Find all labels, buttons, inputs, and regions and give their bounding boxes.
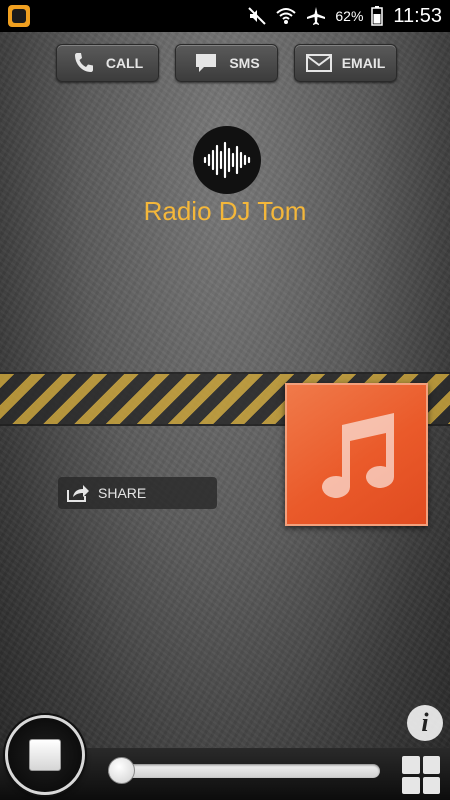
email-button[interactable]: EMAIL — [294, 44, 397, 82]
call-label: CALL — [105, 55, 144, 71]
station-logo — [193, 126, 261, 194]
wifi-icon — [276, 8, 297, 24]
app-notification-icon — [8, 5, 30, 27]
station-title: Radio DJ Tom — [143, 196, 307, 226]
contact-buttons: CALL SMS EMAIL — [56, 44, 397, 82]
info-button[interactable]: i — [407, 705, 443, 741]
music-note-icon — [321, 412, 394, 498]
volume-slider-track[interactable] — [108, 764, 380, 778]
volume-slider-handle[interactable] — [108, 757, 135, 784]
album-art — [285, 383, 428, 526]
status-bar: 62% 11:53 — [0, 0, 450, 32]
grid-cell — [422, 756, 440, 774]
mute-icon — [248, 7, 267, 25]
share-button[interactable]: SHARE — [58, 477, 217, 509]
share-label: SHARE — [98, 485, 147, 501]
sms-button[interactable]: SMS — [175, 44, 278, 82]
grid-cell — [422, 776, 440, 794]
info-icon: i — [421, 708, 429, 737]
sms-label: SMS — [229, 55, 260, 71]
stop-icon — [29, 739, 61, 771]
sound-wave-icon — [203, 141, 251, 179]
phone-icon — [74, 53, 93, 72]
email-label: EMAIL — [341, 55, 386, 71]
airplane-mode-icon — [307, 7, 326, 25]
chat-bubble-icon — [196, 54, 217, 72]
battery-icon — [371, 6, 384, 26]
grid-cell — [402, 756, 420, 774]
grid-cell — [402, 776, 420, 794]
battery-percent: 62% — [335, 8, 364, 24]
stop-button[interactable] — [5, 715, 85, 795]
call-button[interactable]: CALL — [56, 44, 159, 82]
envelope-icon — [305, 54, 332, 72]
grid-menu-icon[interactable] — [402, 756, 440, 794]
share-icon — [67, 485, 89, 502]
clock: 11:53 — [393, 4, 442, 27]
